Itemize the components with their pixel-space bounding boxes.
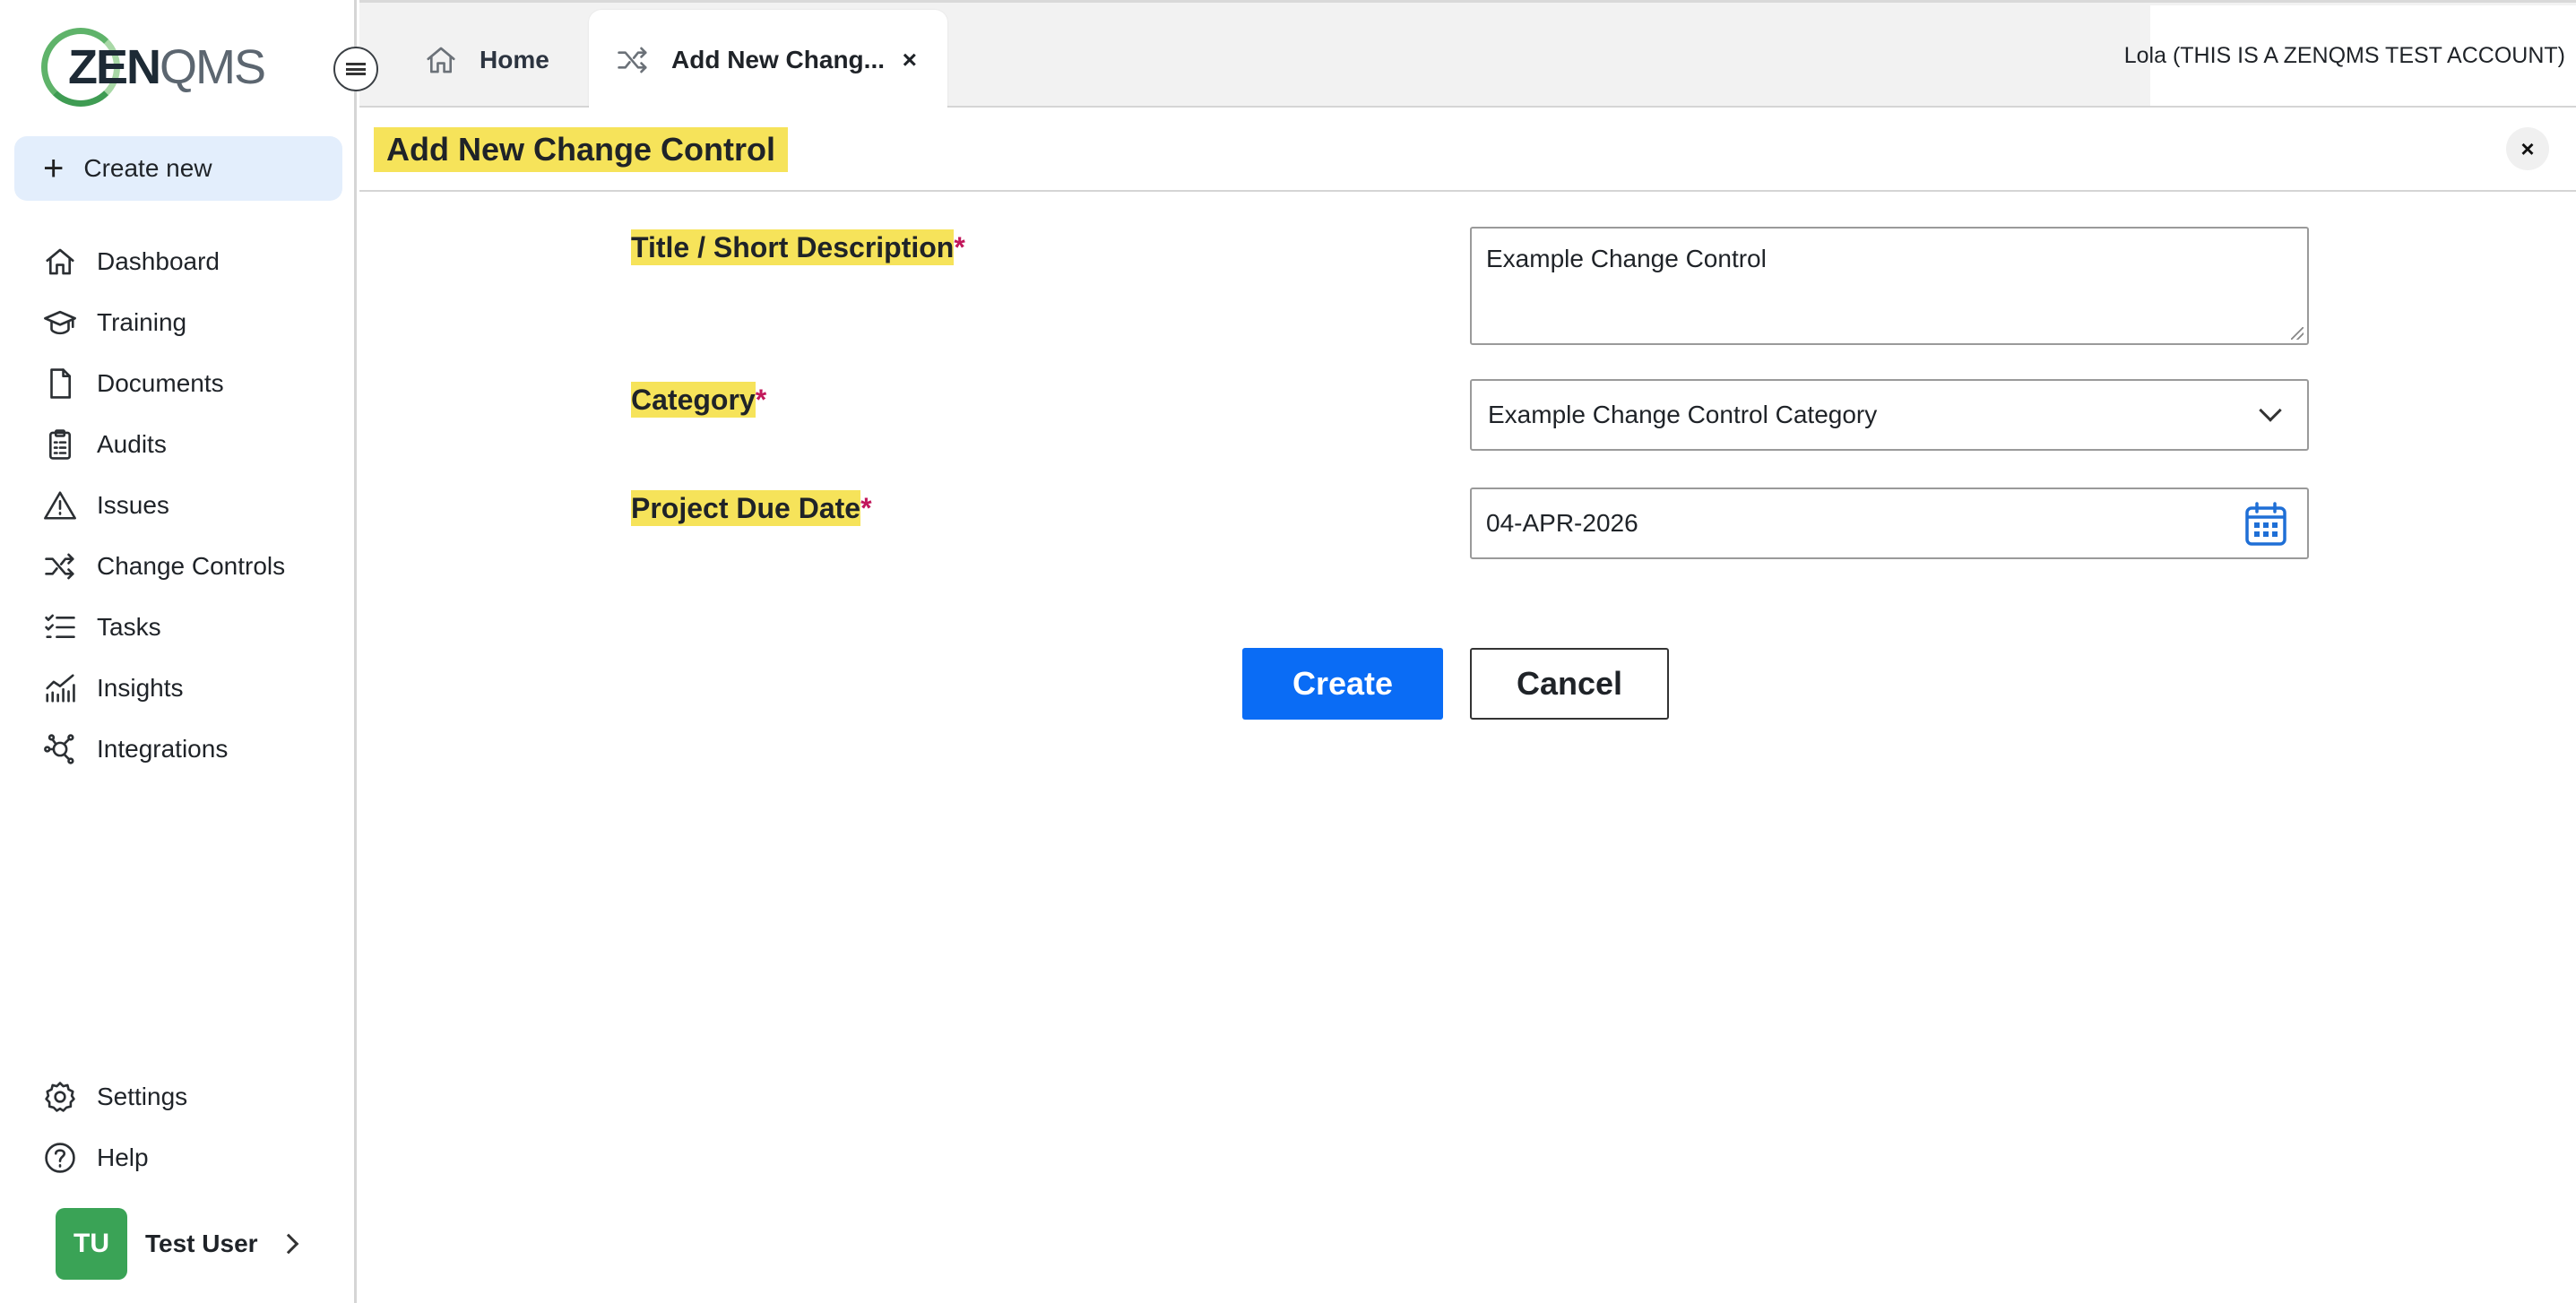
- warning-icon: [41, 487, 79, 524]
- graduation-cap-icon: [41, 304, 79, 341]
- sidebar-item-audits[interactable]: Audits: [0, 414, 357, 475]
- required-mark: *: [860, 492, 872, 524]
- menu-icon: [346, 63, 366, 75]
- sidebar-item-label: Insights: [97, 674, 184, 702]
- sidebar-item-label: Integrations: [97, 735, 229, 763]
- tab-bar: Home Add New Chang... × Lola (THIS IS A …: [359, 0, 2576, 110]
- sidebar-item-documents[interactable]: Documents: [0, 353, 357, 414]
- category-label-text: Category: [631, 382, 756, 418]
- home-icon: [427, 47, 455, 73]
- category-label: Category*: [631, 382, 767, 418]
- sidebar-item-help[interactable]: Help: [0, 1127, 357, 1188]
- tab-home[interactable]: Home: [424, 10, 549, 110]
- sidebar-item-insights[interactable]: Insights: [0, 658, 357, 719]
- category-select-value: Example Change Control Category: [1488, 401, 1878, 428]
- title-label: Title / Short Description*: [631, 229, 965, 265]
- sidebar-item-label: Settings: [97, 1083, 188, 1110]
- sidebar-item-label: Training: [97, 308, 187, 336]
- sidebar-item-dashboard[interactable]: Dashboard: [0, 231, 357, 292]
- tab-label: Home: [480, 46, 549, 73]
- home-icon: [41, 243, 79, 280]
- due-date-input[interactable]: 04-APR-2026: [1470, 488, 2309, 559]
- calendar-icon[interactable]: [2244, 502, 2287, 547]
- cancel-button[interactable]: Cancel: [1470, 648, 1669, 720]
- tab-add-new-change-control[interactable]: Add New Chang... ×: [589, 10, 947, 110]
- page-header: Add New Change Control ×: [359, 108, 2576, 192]
- title-label-text: Title / Short Description: [631, 229, 955, 265]
- close-tab-icon[interactable]: ×: [903, 46, 917, 74]
- due-date-label-text: Project Due Date: [631, 490, 861, 526]
- create-button[interactable]: Create: [1242, 648, 1443, 720]
- due-date-label: Project Due Date*: [631, 490, 872, 526]
- create-new-button[interactable]: + Create new: [14, 136, 342, 201]
- plus-icon: +: [43, 149, 65, 188]
- document-icon: [41, 365, 79, 402]
- sidebar: ZENQMS + Create new Dashboard Training D…: [0, 0, 357, 1303]
- chevron-down-icon: [2259, 399, 2282, 422]
- gear-icon: [41, 1078, 79, 1116]
- shuffle-icon: [41, 548, 79, 585]
- due-date-value: 04-APR-2026: [1486, 509, 1638, 537]
- sidebar-item-label: Documents: [97, 369, 224, 397]
- sidebar-item-label: Audits: [97, 430, 167, 458]
- help-icon: [41, 1139, 79, 1177]
- category-select[interactable]: Example Change Control Category: [1470, 379, 2309, 451]
- close-page-button[interactable]: ×: [2506, 127, 2549, 170]
- sidebar-item-issues[interactable]: Issues: [0, 475, 357, 536]
- sidebar-toggle-button[interactable]: [333, 47, 378, 91]
- zenqms-logo[interactable]: ZENQMS: [41, 27, 266, 108]
- clipboard-icon: [41, 426, 79, 463]
- tab-label: Add New Chang...: [671, 46, 885, 73]
- sidebar-item-settings[interactable]: Settings: [0, 1066, 357, 1127]
- sidebar-item-training[interactable]: Training: [0, 292, 357, 353]
- checklist-icon: [41, 608, 79, 646]
- logo-text-zen: ZEN: [68, 40, 161, 94]
- user-name: Test User: [145, 1230, 258, 1257]
- avatar: TU: [56, 1208, 127, 1280]
- sidebar-item-label: Tasks: [97, 613, 161, 641]
- network-icon: [41, 730, 79, 768]
- sidebar-item-label: Dashboard: [97, 247, 220, 275]
- user-menu[interactable]: TU Test User: [56, 1208, 298, 1280]
- shuffle-icon: [618, 47, 647, 73]
- sidebar-nav: Dashboard Training Documents Audits Issu…: [0, 231, 357, 780]
- sidebar-item-label: Change Controls: [97, 552, 286, 580]
- chevron-right-icon: [278, 1233, 298, 1255]
- sidebar-item-tasks[interactable]: Tasks: [0, 597, 357, 658]
- title-input-value: Example Change Control: [1486, 245, 1767, 272]
- logo-text-qms: QMS: [160, 40, 266, 94]
- resize-handle-icon[interactable]: [2291, 327, 2304, 340]
- create-new-label: Create new: [83, 154, 212, 182]
- required-mark: *: [755, 384, 767, 416]
- account-label[interactable]: Lola (THIS IS A ZENQMS TEST ACCOUNT): [2124, 5, 2576, 106]
- sidebar-bottom-nav: Settings Help: [0, 1066, 357, 1188]
- sidebar-item-integrations[interactable]: Integrations: [0, 719, 357, 780]
- sidebar-item-label: Issues: [97, 491, 169, 519]
- required-mark: *: [954, 231, 965, 263]
- chart-icon: [41, 669, 79, 707]
- page-title: Add New Change Control: [374, 127, 788, 172]
- title-input[interactable]: Example Change Control: [1470, 227, 2309, 345]
- sidebar-item-change-controls[interactable]: Change Controls: [0, 536, 357, 597]
- sidebar-item-label: Help: [97, 1143, 149, 1171]
